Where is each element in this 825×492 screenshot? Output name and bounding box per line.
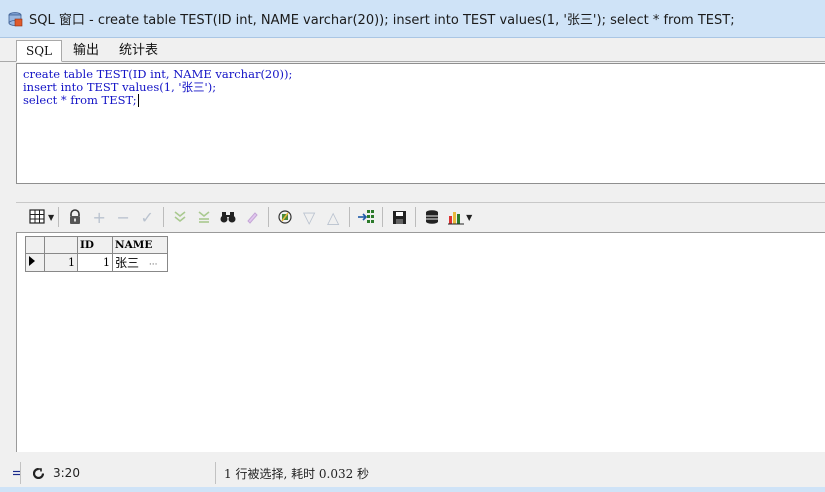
filter-down-icon[interactable] [168,205,192,229]
toolbar-separator [349,207,351,227]
window-bottom-border [0,487,825,492]
query-by-example-icon[interactable] [273,205,297,229]
result-table: ID NAME 1 1 张三 ··· [25,236,168,272]
chart-icon[interactable] [444,205,468,229]
pencil-icon[interactable] [240,205,264,229]
refresh-icon [33,467,44,479]
toolbar-separator [58,207,60,227]
arrow-up-icon[interactable]: △ [321,205,345,229]
status-position-cell: 3:20 [21,462,216,484]
sql-line: select * from TEST; [23,93,137,107]
toolbar-separator [382,207,384,227]
export-icon[interactable] [354,205,378,229]
row-number: 1 [44,253,78,272]
toolbar-separator [163,207,165,227]
current-row-indicator [25,253,45,272]
sql-line: insert into TEST values(1, '张三'); [23,80,217,94]
corner-cell [25,236,45,254]
table-row[interactable]: 1 1 张三 ··· [25,253,168,272]
title-bar[interactable]: SQL 窗口 - create table TEST(ID int, NAME … [0,0,825,38]
tab-bar: SQL 输出 统计表 [0,39,825,62]
filter-clear-icon[interactable] [192,205,216,229]
lock-icon[interactable] [63,205,87,229]
chevron-down-icon[interactable]: ▼ [466,213,472,222]
window-title: SQL 窗口 - create table TEST(ID int, NAME … [29,13,735,28]
status-indicator [0,462,21,484]
save-icon[interactable] [387,205,411,229]
toolbar-separator [415,207,417,227]
result-toolbar: ▼ + − ✓ ▽ △ ▼ [16,203,825,231]
column-header-name[interactable]: NAME [112,236,168,254]
result-grid[interactable]: ID NAME 1 1 张三 ··· [16,232,825,452]
pane-splitter[interactable] [16,184,825,203]
row-number-header [44,236,78,254]
check-icon[interactable]: ✓ [135,205,159,229]
arrow-down-icon[interactable]: ▽ [297,205,321,229]
sql-window: SQL 窗口 - create table TEST(ID int, NAME … [0,0,825,492]
cursor-position: 3:20 [53,466,80,480]
binoculars-icon[interactable] [216,205,240,229]
plus-icon[interactable]: + [87,205,111,229]
cell-name-value: 张三 [115,256,140,270]
grid-icon[interactable] [26,205,50,229]
tab-sql[interactable]: SQL [16,40,63,62]
cell-name[interactable]: 张三 ··· [112,253,168,272]
text-caret [137,94,139,107]
status-message: 1 行被选择, 耗时 0.032 秒 [224,466,370,481]
sql-editor[interactable]: create table TEST(ID int, NAME varchar(2… [16,63,825,184]
cell-id[interactable]: 1 [77,253,113,272]
status-bar: 3:20 1 行被选择, 耗时 0.032 秒 [0,459,825,487]
minus-icon[interactable]: − [111,205,135,229]
database-icon[interactable] [420,205,444,229]
sql-window-icon [8,11,23,26]
table-header-row: ID NAME [25,236,168,254]
tab-statistics[interactable]: 统计表 [110,36,167,61]
cell-ellipsis-button[interactable]: ··· [149,260,158,270]
column-header-id[interactable]: ID [77,236,113,254]
chevron-down-icon[interactable]: ▼ [48,213,54,222]
toolbar-separator [268,207,270,227]
tab-output[interactable]: 输出 [64,36,108,61]
